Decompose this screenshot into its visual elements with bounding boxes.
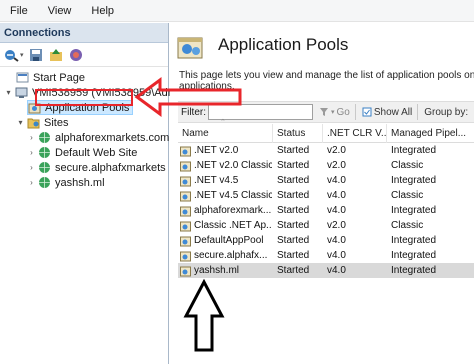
iis-manager-window: File View Help Connections ▾ Start Page … — [0, 0, 474, 364]
annotation-overlay — [35, 77, 242, 352]
highlight-box — [35, 89, 133, 106]
black-up-arrow-icon — [183, 278, 225, 352]
red-arrow-icon — [134, 77, 242, 117]
